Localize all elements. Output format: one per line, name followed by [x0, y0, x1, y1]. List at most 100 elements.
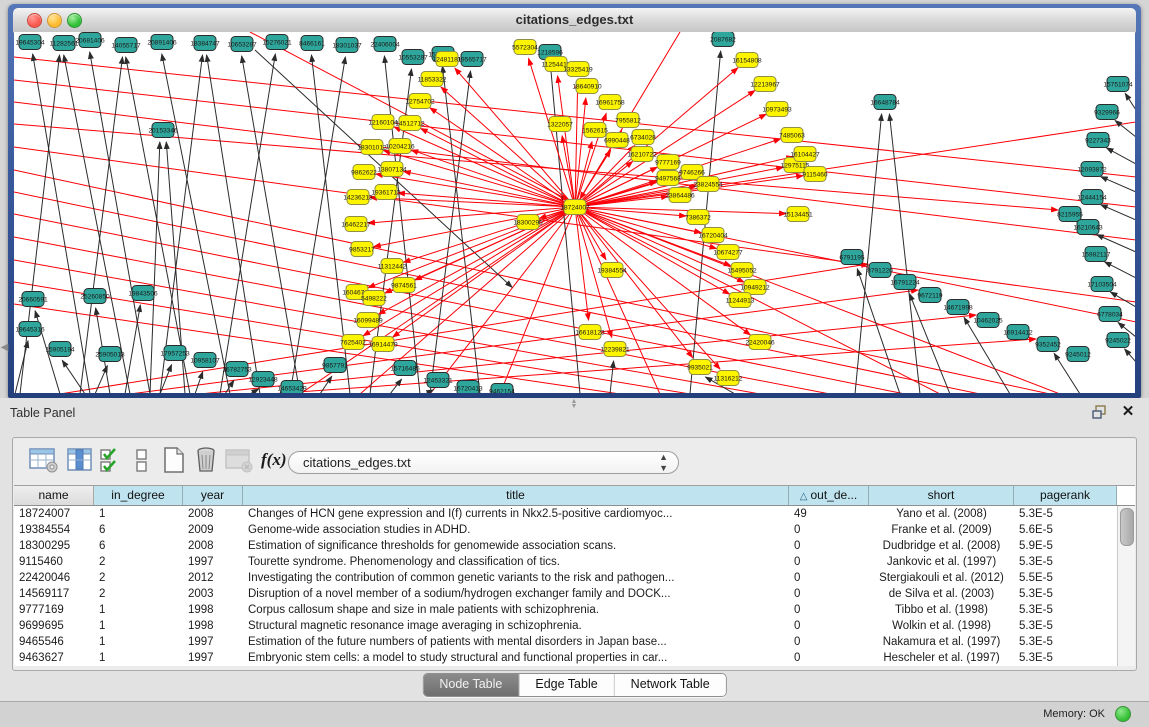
- table-cell[interactable]: 1: [94, 506, 183, 522]
- table-source-dropdown[interactable]: citations_edges.txt ▲▼: [288, 451, 679, 474]
- table-cell[interactable]: 2003: [183, 586, 243, 602]
- graph-node[interactable]: 2087682: [710, 32, 736, 47]
- table-cell[interactable]: 5.3E-5: [1014, 554, 1117, 570]
- graph-edge[interactable]: [95, 366, 107, 393]
- graph-node[interactable]: 10462025: [973, 313, 1003, 328]
- graph-node[interactable]: 20681406: [75, 33, 105, 48]
- graph-node[interactable]: 15982117: [1082, 247, 1111, 262]
- graph-node[interactable]: 9245012: [1065, 347, 1091, 362]
- table-row[interactable]: 1456911722003Disruption of a novel membe…: [14, 586, 1118, 602]
- table-row[interactable]: 977716911998Corpus callosum shape and si…: [14, 602, 1118, 618]
- table-cell[interactable]: 6: [94, 538, 183, 554]
- table-cell[interactable]: 0: [789, 586, 869, 602]
- graph-node[interactable]: 23864486: [665, 188, 695, 203]
- graph-edge[interactable]: [390, 379, 402, 393]
- graph-node[interactable]: 7955812: [615, 113, 641, 128]
- table-row[interactable]: 911546021997Tourette syndrome. Phenomeno…: [14, 554, 1118, 570]
- table-settings-icon[interactable]: [29, 446, 59, 474]
- table-cell[interactable]: 18724007: [14, 506, 94, 522]
- graph-node[interactable]: 10553287: [398, 50, 428, 65]
- graph-node[interactable]: 10204216: [385, 139, 415, 154]
- graph-node[interactable]: 1562615: [582, 123, 608, 138]
- graph-node[interactable]: 14512712: [395, 116, 425, 131]
- table-row[interactable]: 1938455462009Genome-wide association stu…: [14, 522, 1118, 538]
- graph-node[interactable]: 9227343: [1085, 133, 1111, 148]
- graph-edge[interactable]: [1107, 148, 1135, 164]
- table-cell[interactable]: Tourette syndrome. Phenomenology and cla…: [243, 554, 789, 570]
- table-cell[interactable]: 1: [94, 618, 183, 634]
- graph-node[interactable]: 19843506: [128, 286, 158, 301]
- memory-status-dot[interactable]: [1115, 706, 1131, 722]
- graph-edge[interactable]: [575, 207, 940, 393]
- graph-node[interactable]: 12923448: [248, 372, 278, 387]
- graph-node[interactable]: 7386372: [685, 210, 711, 225]
- table-cell[interactable]: 2: [94, 586, 183, 602]
- table-cell[interactable]: 0: [789, 554, 869, 570]
- hide-west-panel-grip[interactable]: ◀: [0, 340, 9, 356]
- graph-node[interactable]: 9935021: [687, 360, 713, 375]
- graph-edge[interactable]: [62, 360, 85, 393]
- table-cell[interactable]: 22420046: [14, 570, 94, 586]
- graph-node[interactable]: 11244913: [726, 293, 755, 308]
- table-cell[interactable]: 6: [94, 522, 183, 538]
- close-panel-icon[interactable]: ✕: [1119, 404, 1137, 420]
- graph-node[interactable]: 9245022: [1105, 333, 1131, 348]
- graph-node[interactable]: 9329966: [1094, 105, 1120, 120]
- table-cell[interactable]: 0: [789, 602, 869, 618]
- table-cell[interactable]: 1: [94, 602, 183, 618]
- graph-node[interactable]: 13325419: [563, 62, 593, 77]
- graph-node[interactable]: 18724007: [560, 200, 590, 215]
- column-chooser-icon[interactable]: [67, 446, 93, 474]
- table-cell[interactable]: 2: [94, 554, 183, 570]
- graph-node[interactable]: 25905013: [95, 347, 125, 362]
- table-cell[interactable]: Disruption of a novel member of a sodium…: [243, 586, 789, 602]
- graph-node[interactable]: 9853217: [349, 242, 375, 257]
- table-cell[interactable]: 14569117: [14, 586, 94, 602]
- select-all-icon[interactable]: [99, 446, 125, 474]
- table-cell[interactable]: 9115460: [14, 554, 94, 570]
- column-header-in_degree[interactable]: in_degree: [94, 486, 183, 505]
- table-vertical-scrollbar[interactable]: [1117, 506, 1135, 666]
- graph-edge[interactable]: [207, 55, 260, 393]
- graph-edge[interactable]: [125, 305, 140, 393]
- table-cell[interactable]: Estimation of significance thresholds fo…: [243, 538, 789, 554]
- table-cell[interactable]: Stergiakouli et al. (2012): [869, 570, 1014, 586]
- graph-node[interactable]: 22406004: [370, 37, 400, 52]
- table-cell[interactable]: Estimation of the future numbers of pati…: [243, 634, 789, 650]
- column-header-name[interactable]: name: [14, 486, 94, 505]
- table-cell[interactable]: 0: [789, 618, 869, 634]
- scrollbar-thumb[interactable]: [1120, 508, 1134, 546]
- graph-node[interactable]: 12444154: [1077, 190, 1107, 205]
- graph-node[interactable]: 12754702: [405, 94, 435, 109]
- graph-edge[interactable]: [374, 207, 575, 247]
- graph-node[interactable]: 9672119: [917, 288, 943, 303]
- graph-node[interactable]: 7485063: [779, 128, 805, 143]
- graph-node[interactable]: 14671998: [943, 300, 973, 315]
- graph-node[interactable]: 17957253: [160, 346, 190, 361]
- graph-edge[interactable]: [250, 389, 259, 393]
- graph-node[interactable]: 9462154: [489, 384, 515, 394]
- table-cell[interactable]: Investigating the contribution of common…: [243, 570, 789, 586]
- table-cell[interactable]: 9777169: [14, 602, 94, 618]
- graph-node[interactable]: 6734028: [630, 130, 656, 145]
- graph-node[interactable]: 14236213: [343, 190, 373, 205]
- tab-node-table[interactable]: Node Table: [423, 674, 519, 696]
- graph-node[interactable]: 23824554: [693, 177, 723, 192]
- table-cell[interactable]: 1998: [183, 618, 243, 634]
- table-cell[interactable]: Dudbridge et al. (2008): [869, 538, 1014, 554]
- graph-node[interactable]: 6990448: [604, 133, 630, 148]
- graph-edge[interactable]: [1101, 205, 1135, 220]
- table-cell[interactable]: 9463627: [14, 650, 94, 666]
- table-row[interactable]: 1830029562008Estimation of significance …: [14, 538, 1118, 554]
- graph-node[interactable]: 13807134: [377, 162, 407, 177]
- table-cell[interactable]: 5.3E-5: [1014, 618, 1117, 634]
- graph-node[interactable]: 18384747: [190, 36, 220, 51]
- graph-node[interactable]: 16782753: [222, 362, 252, 377]
- graph-node[interactable]: 8215955: [1057, 207, 1083, 222]
- graph-node[interactable]: 19565717: [457, 52, 487, 67]
- function-builder-icon[interactable]: f(x): [261, 450, 286, 478]
- graph-node[interactable]: 10653287: [227, 37, 257, 52]
- graph-edge[interactable]: [1101, 177, 1135, 192]
- graph-node[interactable]: 15134451: [783, 207, 813, 222]
- table-cell[interactable]: Jankovic et al. (1997): [869, 554, 1014, 570]
